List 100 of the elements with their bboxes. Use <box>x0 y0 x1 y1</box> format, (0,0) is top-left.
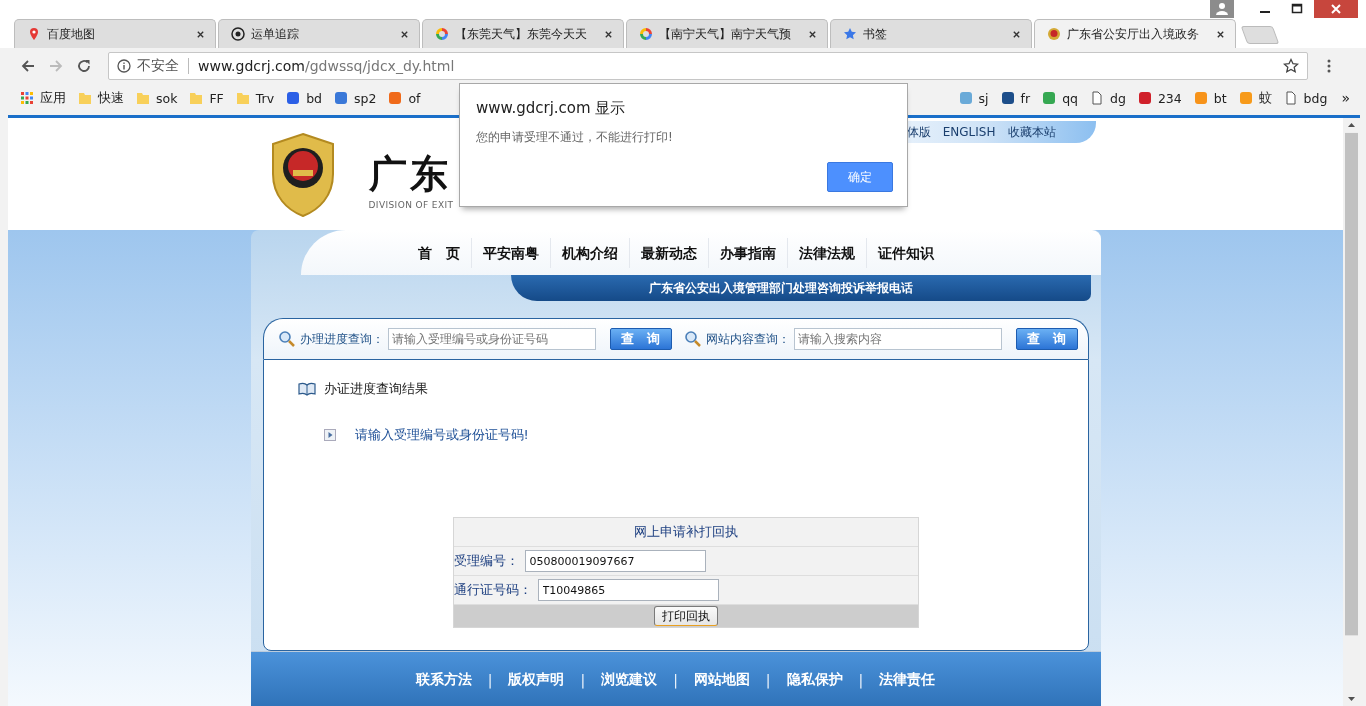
bookmark-item[interactable]: 蚊 <box>1238 89 1272 107</box>
back-icon[interactable] <box>20 58 36 74</box>
swirl-icon <box>639 27 653 41</box>
input-field[interactable]: T10049865 <box>537 579 719 601</box>
search-field[interactable]: 请输入搜索内容 <box>793 328 1002 350</box>
site-subtitle: DIVISION OF EXIT <box>368 200 454 210</box>
swirl-icon <box>435 27 449 41</box>
bookmark-item[interactable]: sp2 <box>334 89 377 107</box>
search-label: 办理进度查询： <box>299 330 384 348</box>
folder-icon <box>235 91 250 105</box>
site-icon <box>388 91 403 105</box>
close-icon[interactable] <box>1012 29 1021 39</box>
bookmark-item[interactable]: sok <box>136 89 178 107</box>
bookmark-item[interactable]: 快速 <box>78 89 124 107</box>
footer-link[interactable]: 版权声明 <box>508 671 565 689</box>
bookmark-item[interactable]: 234 <box>1137 89 1182 107</box>
nav-link[interactable]: 证件知识 <box>865 237 945 268</box>
bookmark-item[interactable]: qq <box>1042 89 1079 107</box>
nav-link[interactable]: 机构介绍 <box>549 237 629 268</box>
result-message: 请输入受理编号或身份证号码! <box>354 426 529 444</box>
close-icon[interactable] <box>1216 29 1225 39</box>
folder-icon <box>189 91 204 105</box>
bookmark-label: sp2 <box>354 90 377 106</box>
reload-icon[interactable] <box>76 58 92 74</box>
bookmark-item[interactable]: Trv <box>235 89 275 107</box>
footer-link[interactable]: 浏览建议 <box>601 671 658 689</box>
close-icon[interactable] <box>196 29 205 39</box>
tab-title: 运单追踪 <box>251 25 300 43</box>
site-title: 广东 <box>368 152 452 196</box>
tab-title: 【东莞天气】东莞今天天 <box>455 25 588 43</box>
footer-link[interactable]: 网站地图 <box>693 671 750 689</box>
footer-link[interactable]: 隐私保护 <box>786 671 843 689</box>
header-link[interactable]: 体版 <box>906 123 931 141</box>
site-icon <box>958 91 973 105</box>
browser-tab[interactable]: 【南宁天气】南宁天气预 <box>626 19 828 48</box>
dialog-message: 您的申请受理不通过，不能进行打印! <box>476 129 673 146</box>
bookmark-label: bd <box>306 90 322 106</box>
site-icon <box>1137 91 1152 105</box>
dialog-title: www.gdcrj.com 显示 <box>476 99 626 118</box>
search-label: 网站内容查询： <box>705 330 790 348</box>
tab-title: 书签 <box>863 25 888 43</box>
close-icon[interactable] <box>400 29 409 39</box>
bookmark-item[interactable]: sj <box>958 89 989 107</box>
play-icon <box>323 429 336 441</box>
bookmark-label: bdg <box>1303 90 1328 106</box>
bookmark-item[interactable]: FF <box>189 89 224 107</box>
browser-tab[interactable]: 【东莞天气】东莞今天天 <box>422 19 624 48</box>
nav-link[interactable]: 法律法规 <box>786 237 866 268</box>
field-label: 受理编号： <box>453 552 519 570</box>
browser-tab[interactable]: 书签 <box>830 19 1032 48</box>
star-icon <box>843 27 857 41</box>
site-icon <box>1042 91 1057 105</box>
bookmark-label: 234 <box>1157 90 1182 106</box>
footer-link[interactable]: 联系方法 <box>415 671 472 689</box>
input-field[interactable]: 050800019097667 <box>524 550 706 572</box>
header-link[interactable]: ENGLISH <box>942 125 996 139</box>
nav-link[interactable]: 办事指南 <box>707 237 787 268</box>
address-bar[interactable]: 不安全 www.gdcrj.com/gdwssq/jdcx_dy.html <box>108 52 1308 80</box>
banner-text: 广东省公安出入境管理部门处理咨询投诉举报电话 <box>648 279 913 297</box>
browser-tab[interactable]: 运单追踪 <box>218 19 420 48</box>
close-icon[interactable] <box>808 29 817 39</box>
site-icon <box>1193 91 1208 105</box>
bookmark-item[interactable]: dg <box>1090 89 1126 107</box>
bookmark-item[interactable]: bd <box>286 89 322 107</box>
nav-link[interactable]: 首 页 <box>406 237 471 268</box>
header-link[interactable]: 收藏本站 <box>1007 123 1056 141</box>
footer-link[interactable]: 法律责任 <box>879 671 936 689</box>
browser-tab[interactable]: 百度地图 <box>14 19 216 48</box>
info-icon <box>117 59 131 73</box>
page-icon <box>1090 91 1105 105</box>
folder-icon <box>78 91 92 105</box>
search-icon <box>277 330 296 348</box>
bookmark-item[interactable]: bdg <box>1283 89 1328 107</box>
browser-tab[interactable]: 广东省公安厅出入境政务 <box>1034 19 1236 48</box>
site-icon <box>1000 91 1015 105</box>
form-title: 网上申请补打回执 <box>633 523 738 541</box>
book-icon <box>297 382 316 396</box>
bookmark-label: fr <box>1020 90 1031 106</box>
bookmark-label: sok <box>156 90 178 106</box>
user-icon[interactable] <box>1210 0 1234 18</box>
more-bookmarks-button[interactable]: » <box>1341 90 1350 106</box>
nav-link[interactable]: 最新动态 <box>628 237 708 268</box>
separator: | <box>487 672 493 688</box>
nav-link[interactable]: 平安南粤 <box>470 237 550 268</box>
bookmark-item[interactable]: 应用 <box>20 89 66 107</box>
menu-icon[interactable] <box>1326 58 1332 74</box>
bookmark-label: bt <box>1213 90 1227 106</box>
search-field[interactable]: 请输入受理编号或身份证号码 <box>387 328 596 350</box>
bookmark-item[interactable]: bt <box>1193 89 1227 107</box>
print-button[interactable]: 打印回执 <box>653 606 718 626</box>
page-icon <box>1283 91 1298 105</box>
circle-logo-icon <box>231 27 245 41</box>
bookmark-label: dg <box>1110 90 1126 106</box>
bookmark-label: 快速 <box>98 89 124 107</box>
close-icon[interactable] <box>604 29 613 39</box>
bookmark-item[interactable]: of <box>388 89 421 107</box>
field-label: 通行证号码： <box>453 581 532 599</box>
separator: | <box>858 672 864 688</box>
bookmark-item[interactable]: fr <box>1000 89 1031 107</box>
bookmark-star-icon[interactable] <box>1283 58 1299 74</box>
